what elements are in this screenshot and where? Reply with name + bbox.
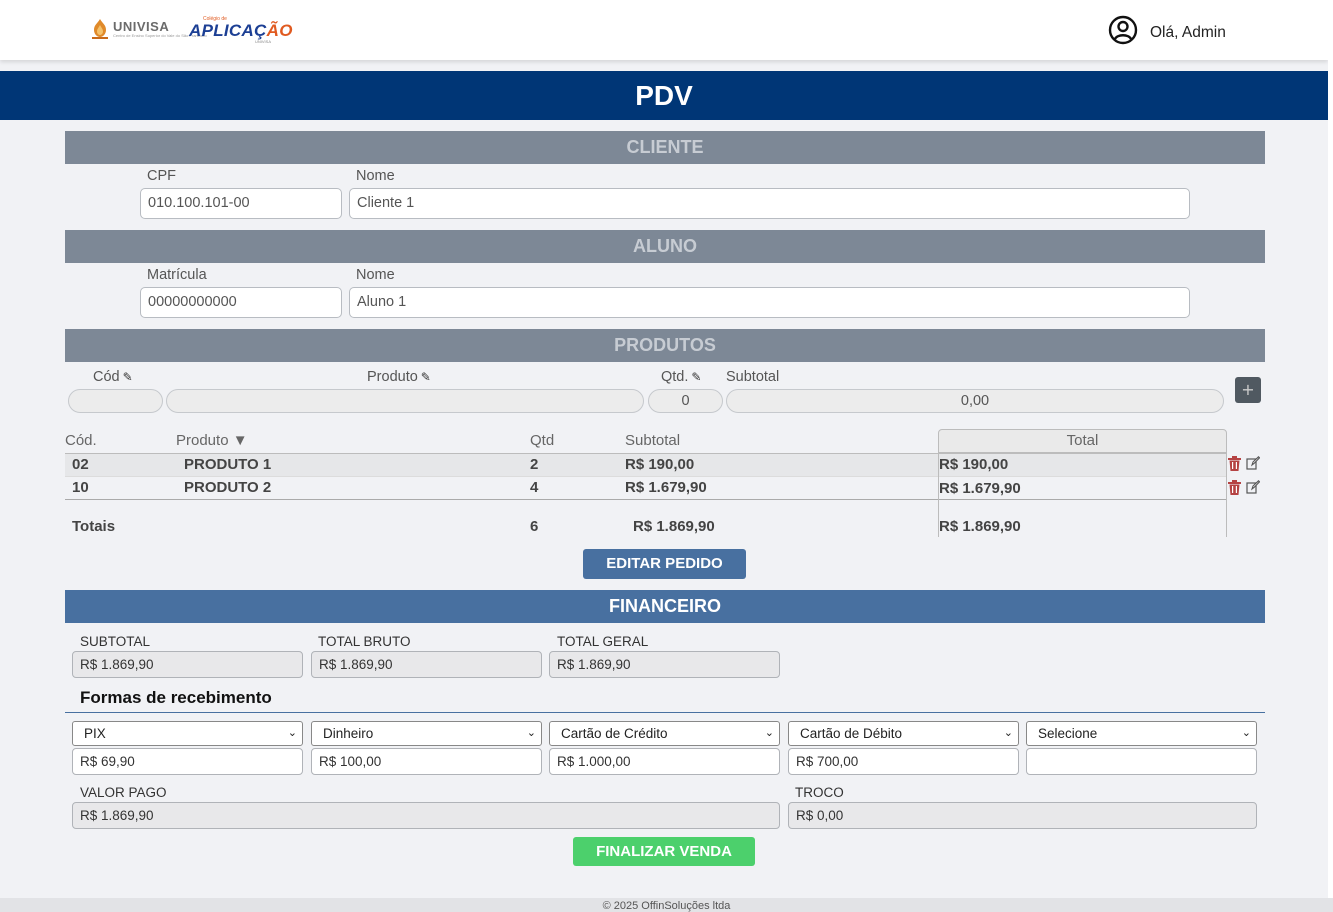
totals-qtd: 6 [530, 518, 539, 535]
payment-amount-input[interactable]: R$ 69,90 [72, 748, 303, 775]
qtd-label: Qtd. ✎ [661, 369, 702, 385]
payment-method-select[interactable]: PIX ⌄ [72, 721, 303, 746]
matricula-input[interactable]: 00000000000 [140, 287, 342, 318]
fin-subtotal-field: R$ 1.869,90 [72, 651, 303, 678]
finalize-sale-button[interactable]: FINALIZAR VENDA [573, 837, 755, 866]
pencil-icon: ✎ [122, 370, 133, 384]
subtotal-input: 0,00 [726, 389, 1224, 413]
cliente-nome-label: Nome [356, 168, 395, 184]
aluno-nome-input[interactable]: Aluno 1 [349, 287, 1190, 318]
divider [65, 499, 1227, 500]
divider [65, 712, 1265, 713]
edit-order-button[interactable]: EDITAR PEDIDO [583, 549, 746, 579]
formas-title: Formas de recebimento [80, 688, 272, 707]
chevron-down-icon: ⌄ [1241, 727, 1251, 739]
col-header-cod[interactable]: Cód. [65, 432, 97, 449]
section-header-financeiro: FINANCEIRO [65, 590, 1265, 623]
payment-method-select[interactable]: Dinheiro ⌄ [311, 721, 542, 746]
fin-subtotal-label: SUBTOTAL [80, 634, 151, 649]
col-header-subtotal[interactable]: Subtotal [625, 432, 680, 449]
section-header-cliente: CLIENTE [65, 131, 1265, 164]
col-header-qtd[interactable]: Qtd [530, 432, 554, 449]
section-header-produtos: PRODUTOS [65, 329, 1265, 362]
aluno-nome-label: Nome [356, 267, 395, 283]
row-qtd: 2 [530, 456, 539, 473]
logo2-big-text: APLICAÇÃO [189, 21, 293, 40]
totals-label: Totais [72, 518, 116, 535]
fin-total-bruto-label: TOTAL BRUTO [318, 634, 411, 649]
chevron-down-icon: ⌄ [287, 727, 297, 739]
univisa-flame-icon [90, 18, 110, 40]
row-subtotal: R$ 190,00 [625, 456, 695, 473]
top-bar: UNIVISA Centro de Ensino Superior do Val… [0, 0, 1328, 60]
edit-icon[interactable] [1246, 456, 1261, 474]
cpf-label: CPF [147, 168, 176, 184]
footer: © 2025 OffinSoluções ltda [0, 898, 1333, 912]
row-total: R$ 190,00 [939, 456, 1009, 473]
payment-amount-input[interactable]: R$ 100,00 [311, 748, 542, 775]
totals-total: R$ 1.869,90 [939, 518, 1021, 535]
row-subtotal: R$ 1.679,90 [625, 479, 707, 496]
payment-method-select[interactable]: Selecione ⌄ [1026, 721, 1257, 746]
col-header-total[interactable]: Total [938, 429, 1227, 453]
chevron-down-icon: ⌄ [1003, 727, 1013, 739]
subtotal-label: Subtotal [726, 369, 780, 385]
chevron-down-icon: ⌄ [526, 727, 536, 739]
troco-field: R$ 0,00 [788, 802, 1257, 829]
payment-method-select[interactable]: Cartão de Débito ⌄ [788, 721, 1019, 746]
trash-icon[interactable] [1228, 480, 1241, 499]
totals-subtotal: R$ 1.869,90 [633, 518, 715, 535]
fin-total-bruto-field: R$ 1.869,90 [311, 651, 542, 678]
add-product-button[interactable]: + [1235, 377, 1261, 403]
cliente-nome-input[interactable]: Cliente 1 [349, 188, 1190, 219]
divider [65, 476, 1227, 477]
row-cod: 02 [72, 456, 89, 473]
produto-input[interactable] [166, 389, 644, 413]
payment-amount-input[interactable]: R$ 700,00 [788, 748, 1019, 775]
payment-amount-input[interactable]: R$ 1.000,00 [549, 748, 780, 775]
window-edge [1328, 0, 1333, 898]
row-produto: PRODUTO 1 [184, 456, 272, 473]
section-header-aluno: ALUNO [65, 230, 1265, 263]
cpf-input[interactable]: 010.100.101-00 [140, 188, 342, 219]
edit-icon[interactable] [1246, 480, 1261, 498]
colegio-aplicacao-logo[interactable]: Colégio de APLICAÇÃO UNIVISA [189, 16, 293, 44]
cod-input[interactable] [68, 389, 163, 413]
row-total: R$ 1.679,90 [939, 480, 1021, 497]
qtd-input[interactable]: 0 [648, 389, 723, 413]
trash-icon[interactable] [1228, 456, 1241, 475]
user-circle-icon [1108, 15, 1138, 50]
divider [65, 453, 1227, 454]
row-cod: 10 [72, 479, 89, 496]
divider [1226, 453, 1227, 537]
chevron-down-icon: ⌄ [764, 727, 774, 739]
matricula-label: Matrícula [147, 267, 207, 283]
page-title: PDV [0, 71, 1328, 120]
troco-label: TROCO [795, 785, 844, 800]
payment-amount-input[interactable] [1026, 748, 1257, 775]
cod-label: Cód ✎ [93, 369, 133, 385]
valor-pago-field: R$ 1.869,90 [72, 802, 780, 829]
fin-total-geral-label: TOTAL GERAL [557, 634, 649, 649]
fin-total-geral-field: R$ 1.869,90 [549, 651, 780, 678]
col-header-produto[interactable]: Produto ▼ [176, 432, 248, 449]
produto-label: Produto ✎ [367, 369, 431, 385]
payment-method-select[interactable]: Cartão de Crédito ⌄ [549, 721, 780, 746]
pencil-icon: ✎ [691, 370, 702, 384]
row-produto: PRODUTO 2 [184, 479, 272, 496]
user-greeting: Olá, Admin [1150, 23, 1226, 41]
row-qtd: 4 [530, 479, 539, 496]
user-menu[interactable]: Olá, Admin [1108, 15, 1226, 50]
pencil-icon: ✎ [420, 370, 431, 384]
valor-pago-label: VALOR PAGO [80, 785, 167, 800]
